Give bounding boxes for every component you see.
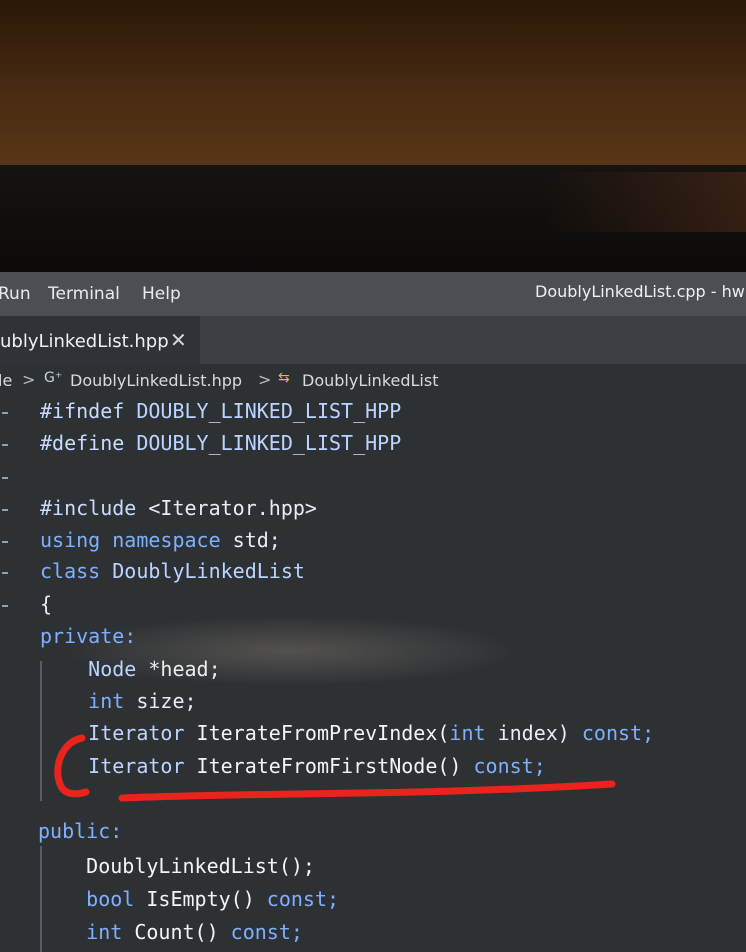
code-token: IterateFromPrevIndex( bbox=[196, 721, 450, 745]
code-token: #ifndef bbox=[40, 399, 137, 423]
code-token: std; bbox=[232, 528, 281, 552]
code-token: private: bbox=[40, 624, 137, 648]
code-line[interactable]: DoublyLinkedList(); bbox=[38, 854, 315, 878]
code-token: class bbox=[40, 559, 113, 583]
window-title: DoublyLinkedList.cpp - hw1 bbox=[535, 282, 746, 301]
breadcrumb: le > G⁺ DoublyLinkedList.hpp > ⇆ DoublyL… bbox=[0, 364, 746, 396]
gutter-marker bbox=[2, 412, 8, 414]
code-token: public: bbox=[38, 819, 123, 843]
code-token: DoublyLinkedList bbox=[112, 559, 305, 583]
code-token: DOUBLY_LINKED_LIST_HPP bbox=[136, 431, 402, 455]
code-line[interactable]: using namespace std; bbox=[40, 528, 281, 552]
gutter-marker bbox=[2, 572, 8, 574]
code-line[interactable]: Node *head; bbox=[40, 657, 221, 681]
code-token: { bbox=[40, 592, 53, 616]
code-line[interactable]: public: bbox=[38, 819, 122, 843]
code-line[interactable]: Iterator IterateFromPrevIndex(int index)… bbox=[40, 721, 654, 745]
code-line[interactable]: private: bbox=[40, 624, 136, 648]
breadcrumb-folder[interactable]: le bbox=[0, 371, 12, 390]
gutter-marker bbox=[2, 477, 8, 479]
code-token: int bbox=[449, 721, 498, 745]
breadcrumb-file[interactable]: DoublyLinkedList.hpp bbox=[70, 371, 242, 390]
editor-window: Run Terminal Help DoublyLinkedList.cpp -… bbox=[0, 272, 746, 952]
gutter-marker bbox=[2, 541, 8, 543]
menu-help[interactable]: Help bbox=[142, 284, 181, 304]
tab-doublylinkedlist-hpp[interactable]: ublyLinkedList.hpp ✕ bbox=[0, 316, 200, 364]
code-token: Iterator bbox=[40, 721, 197, 745]
code-token: Iterator bbox=[40, 754, 197, 778]
chevron-right-icon: > bbox=[22, 370, 36, 389]
code-token: const; bbox=[230, 920, 303, 944]
code-token: size; bbox=[136, 689, 197, 713]
code-token: using namespace bbox=[40, 528, 233, 552]
code-line[interactable]: bool IsEmpty() const; bbox=[38, 887, 339, 911]
code-editor[interactable]: #ifndef DOUBLY_LINKED_LIST_HPP #define DO… bbox=[0, 396, 746, 952]
code-line[interactable]: class DoublyLinkedList bbox=[40, 559, 305, 583]
code-token: *head; bbox=[148, 657, 221, 681]
gutter-marker bbox=[2, 444, 8, 446]
code-token: DoublyLinkedList(); bbox=[38, 854, 315, 878]
breadcrumb-symbol[interactable]: DoublyLinkedList bbox=[302, 371, 438, 390]
gutter-marker bbox=[2, 605, 8, 607]
code-token: DOUBLY_LINKED_LIST_HPP bbox=[136, 399, 402, 423]
code-line[interactable]: #ifndef DOUBLY_LINKED_LIST_HPP bbox=[40, 399, 401, 423]
close-icon[interactable]: ✕ bbox=[170, 328, 187, 352]
menu-bar: Run Terminal Help DoublyLinkedList.cpp -… bbox=[0, 272, 746, 316]
code-token: const; bbox=[266, 887, 340, 911]
code-line[interactable]: int size; bbox=[40, 689, 197, 713]
code-token: Node bbox=[40, 657, 149, 681]
code-token: bool bbox=[38, 887, 147, 911]
cpp-file-icon: G⁺ bbox=[44, 370, 63, 386]
tab-bar: ublyLinkedList.hpp ✕ bbox=[0, 316, 746, 364]
code-token: int bbox=[40, 689, 137, 713]
menu-terminal[interactable]: Terminal bbox=[48, 284, 120, 304]
code-token: Count() bbox=[134, 920, 231, 944]
background-wall bbox=[0, 0, 746, 175]
code-line[interactable]: int Count() const; bbox=[38, 920, 303, 944]
chevron-right-icon: > bbox=[258, 370, 272, 389]
code-token: IterateFromFirstNode() bbox=[196, 754, 474, 778]
code-line[interactable]: #define DOUBLY_LINKED_LIST_HPP bbox=[40, 431, 401, 455]
code-token: index) bbox=[497, 721, 582, 745]
code-line[interactable]: { bbox=[40, 592, 52, 616]
gutter-marker bbox=[2, 509, 8, 511]
code-token: #include bbox=[40, 496, 149, 520]
code-token: #define bbox=[40, 431, 137, 455]
code-token: const; bbox=[473, 754, 546, 778]
class-symbol-icon: ⇆ bbox=[278, 370, 290, 386]
code-token: IsEmpty() bbox=[146, 887, 267, 911]
code-line[interactable]: #include <Iterator.hpp> bbox=[40, 496, 317, 520]
code-token: const; bbox=[581, 721, 655, 745]
code-token: <Iterator.hpp> bbox=[148, 496, 317, 520]
menu-run[interactable]: Run bbox=[0, 284, 31, 304]
tab-label: ublyLinkedList.hpp bbox=[0, 331, 169, 352]
code-token: int bbox=[38, 920, 135, 944]
code-line[interactable]: Iterator IterateFromFirstNode() const; bbox=[40, 754, 546, 778]
bezel-reflection bbox=[546, 172, 746, 232]
